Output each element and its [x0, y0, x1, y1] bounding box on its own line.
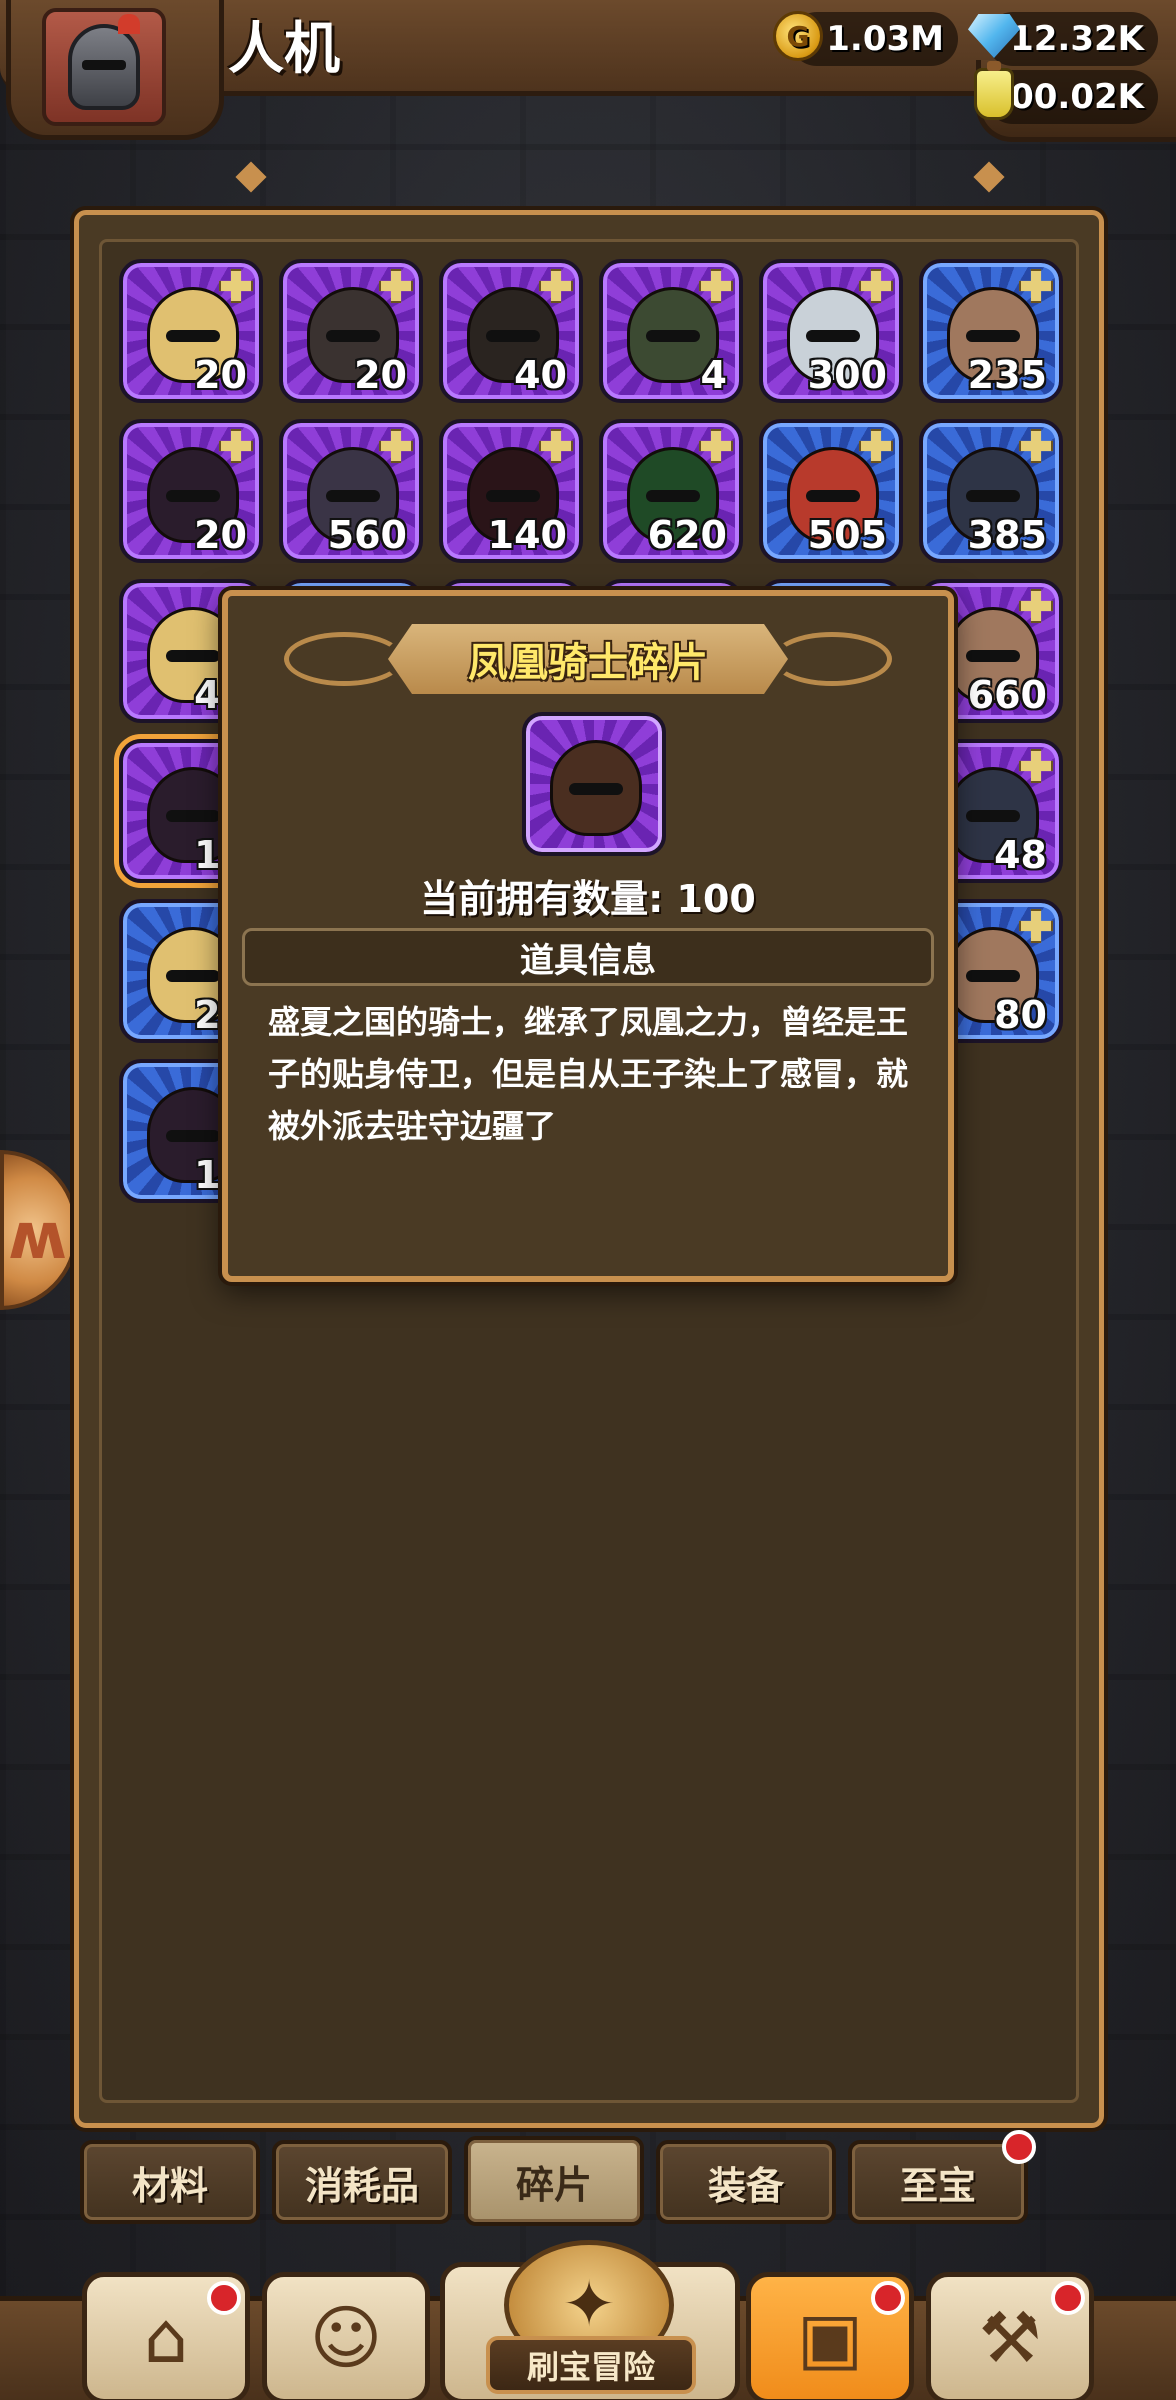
fragment-slot[interactable]: 385 — [919, 419, 1063, 563]
fragment-count: 20 — [354, 353, 407, 397]
blue-gem-icon — [966, 8, 1022, 64]
fragment-count: 20 — [194, 513, 247, 557]
puzzle-piece-icon — [219, 269, 253, 303]
fragment-slot[interactable]: 620 — [599, 419, 743, 563]
modal-title: 凤凰骑士碎片 — [468, 640, 708, 686]
fragment-count: 48 — [994, 833, 1047, 877]
nav-adventure-button[interactable]: 刷宝冒险 — [486, 2336, 696, 2394]
nav-shop-button[interactable]: ⌂ — [82, 2272, 250, 2400]
potion-bottle-icon — [966, 61, 1022, 122]
fragment-slot[interactable]: 20 — [119, 419, 263, 563]
item-detail-modal[interactable]: 凤凰骑士碎片 当前拥有数量: 100 道具信息 盛夏之国的骑士，继承了凤凰之力，… — [222, 590, 954, 1282]
backpack-icon: ▣ — [796, 2297, 864, 2379]
notification-badge — [871, 2281, 905, 2315]
modal-title-banner: 凤凰骑士碎片 — [388, 624, 788, 694]
fragment-count: 235 — [967, 353, 1047, 397]
tab-treasures-label: 至宝 — [899, 2163, 976, 2208]
helmet-plume-icon — [118, 14, 140, 34]
fragment-count: 300 — [807, 353, 887, 397]
puzzle-piece-icon — [219, 429, 253, 463]
title-ornament-left — [284, 632, 404, 686]
fragment-count: 80 — [994, 993, 1047, 1037]
puzzle-piece-icon — [699, 429, 733, 463]
fragment-slot[interactable]: 40 — [439, 259, 583, 403]
fragment-count: 560 — [327, 513, 407, 557]
fragment-slot[interactable]: 20 — [119, 259, 263, 403]
notification-badge — [1051, 2281, 1085, 2315]
potion-counter[interactable]: 100.02K — [974, 61, 1158, 124]
puzzle-piece-icon — [1019, 589, 1053, 623]
puzzle-piece-icon — [1019, 749, 1053, 783]
fragment-count: 385 — [967, 513, 1047, 557]
notification-badge — [207, 2281, 241, 2315]
item-description: 盛夏之国的骑士，继承了凤凰之力，曾经是王子的贴身侍卫，但是自从王子染上了感冒，就… — [268, 1003, 909, 1145]
gem-counter[interactable]: 12.32K — [968, 12, 1158, 66]
owned-quantity: 当前拥有数量: 100 — [420, 877, 756, 921]
modal-item-icon — [522, 712, 666, 856]
tab-consumables[interactable]: 消耗品 — [272, 2140, 452, 2224]
puzzle-piece-icon — [379, 269, 413, 303]
fragment-count: 140 — [487, 513, 567, 557]
gem-value: 12.32K — [1010, 19, 1144, 59]
nav-hero-button[interactable]: ☺ — [262, 2272, 430, 2400]
fragment-count: 20 — [194, 353, 247, 397]
fragment-slot[interactable]: 4 — [599, 259, 743, 403]
inventory-tabs: 材料 消耗品 碎片 装备 至宝 — [80, 2130, 1036, 2226]
puzzle-piece-icon — [1019, 429, 1053, 463]
fragment-count: 4 — [700, 353, 727, 397]
fragment-slot[interactable]: 235 — [919, 259, 1063, 403]
fragment-slot[interactable]: 20 — [279, 259, 423, 403]
fragment-count: 620 — [647, 513, 727, 557]
fragment-count: 40 — [514, 353, 567, 397]
puzzle-piece-icon — [539, 429, 573, 463]
puzzle-piece-icon — [539, 269, 573, 303]
nav-forge-button[interactable]: ⚒ — [926, 2272, 1094, 2400]
event-icon: ʍ — [8, 1200, 68, 1274]
fragment-slot[interactable]: 300 — [759, 259, 903, 403]
puzzle-piece-icon — [699, 269, 733, 303]
hammer-icon: ⚒ — [978, 2297, 1042, 2379]
tab-materials[interactable]: 材料 — [80, 2140, 260, 2224]
gold-coin-icon: G — [770, 8, 826, 64]
tab-equipment[interactable]: 装备 — [656, 2140, 836, 2224]
puzzle-piece-icon — [1019, 909, 1053, 943]
fragment-slot[interactable]: 560 — [279, 419, 423, 563]
hero-portrait-icon: ☺ — [309, 2297, 383, 2379]
puzzle-piece-icon — [859, 429, 893, 463]
tab-treasures[interactable]: 至宝 — [848, 2130, 1036, 2224]
player-name: 人机 — [228, 17, 340, 82]
player-avatar[interactable] — [42, 8, 166, 126]
shop-stall-icon: ⌂ — [143, 2297, 189, 2379]
puzzle-piece-icon — [859, 269, 893, 303]
puzzle-piece-icon — [1019, 269, 1053, 303]
title-ornament-right — [772, 632, 892, 686]
fragment-count: 660 — [967, 673, 1047, 717]
knight-helmet-icon — [68, 24, 140, 110]
puzzle-piece-icon — [379, 429, 413, 463]
gold-counter[interactable]: G 1.03M — [773, 11, 958, 66]
fragment-slot[interactable]: 505 — [759, 419, 903, 563]
phoenix-knight-portrait-icon — [550, 740, 642, 836]
fragment-slot[interactable]: 140 — [439, 419, 583, 563]
nav-bag-button[interactable]: ▣ — [746, 2272, 914, 2400]
tab-fragments[interactable]: 碎片 — [464, 2136, 644, 2226]
notification-badge — [1002, 2130, 1036, 2164]
item-info-header: 道具信息 — [242, 928, 934, 986]
fragment-count: 505 — [807, 513, 887, 557]
gold-value: 1.03M — [826, 19, 944, 59]
